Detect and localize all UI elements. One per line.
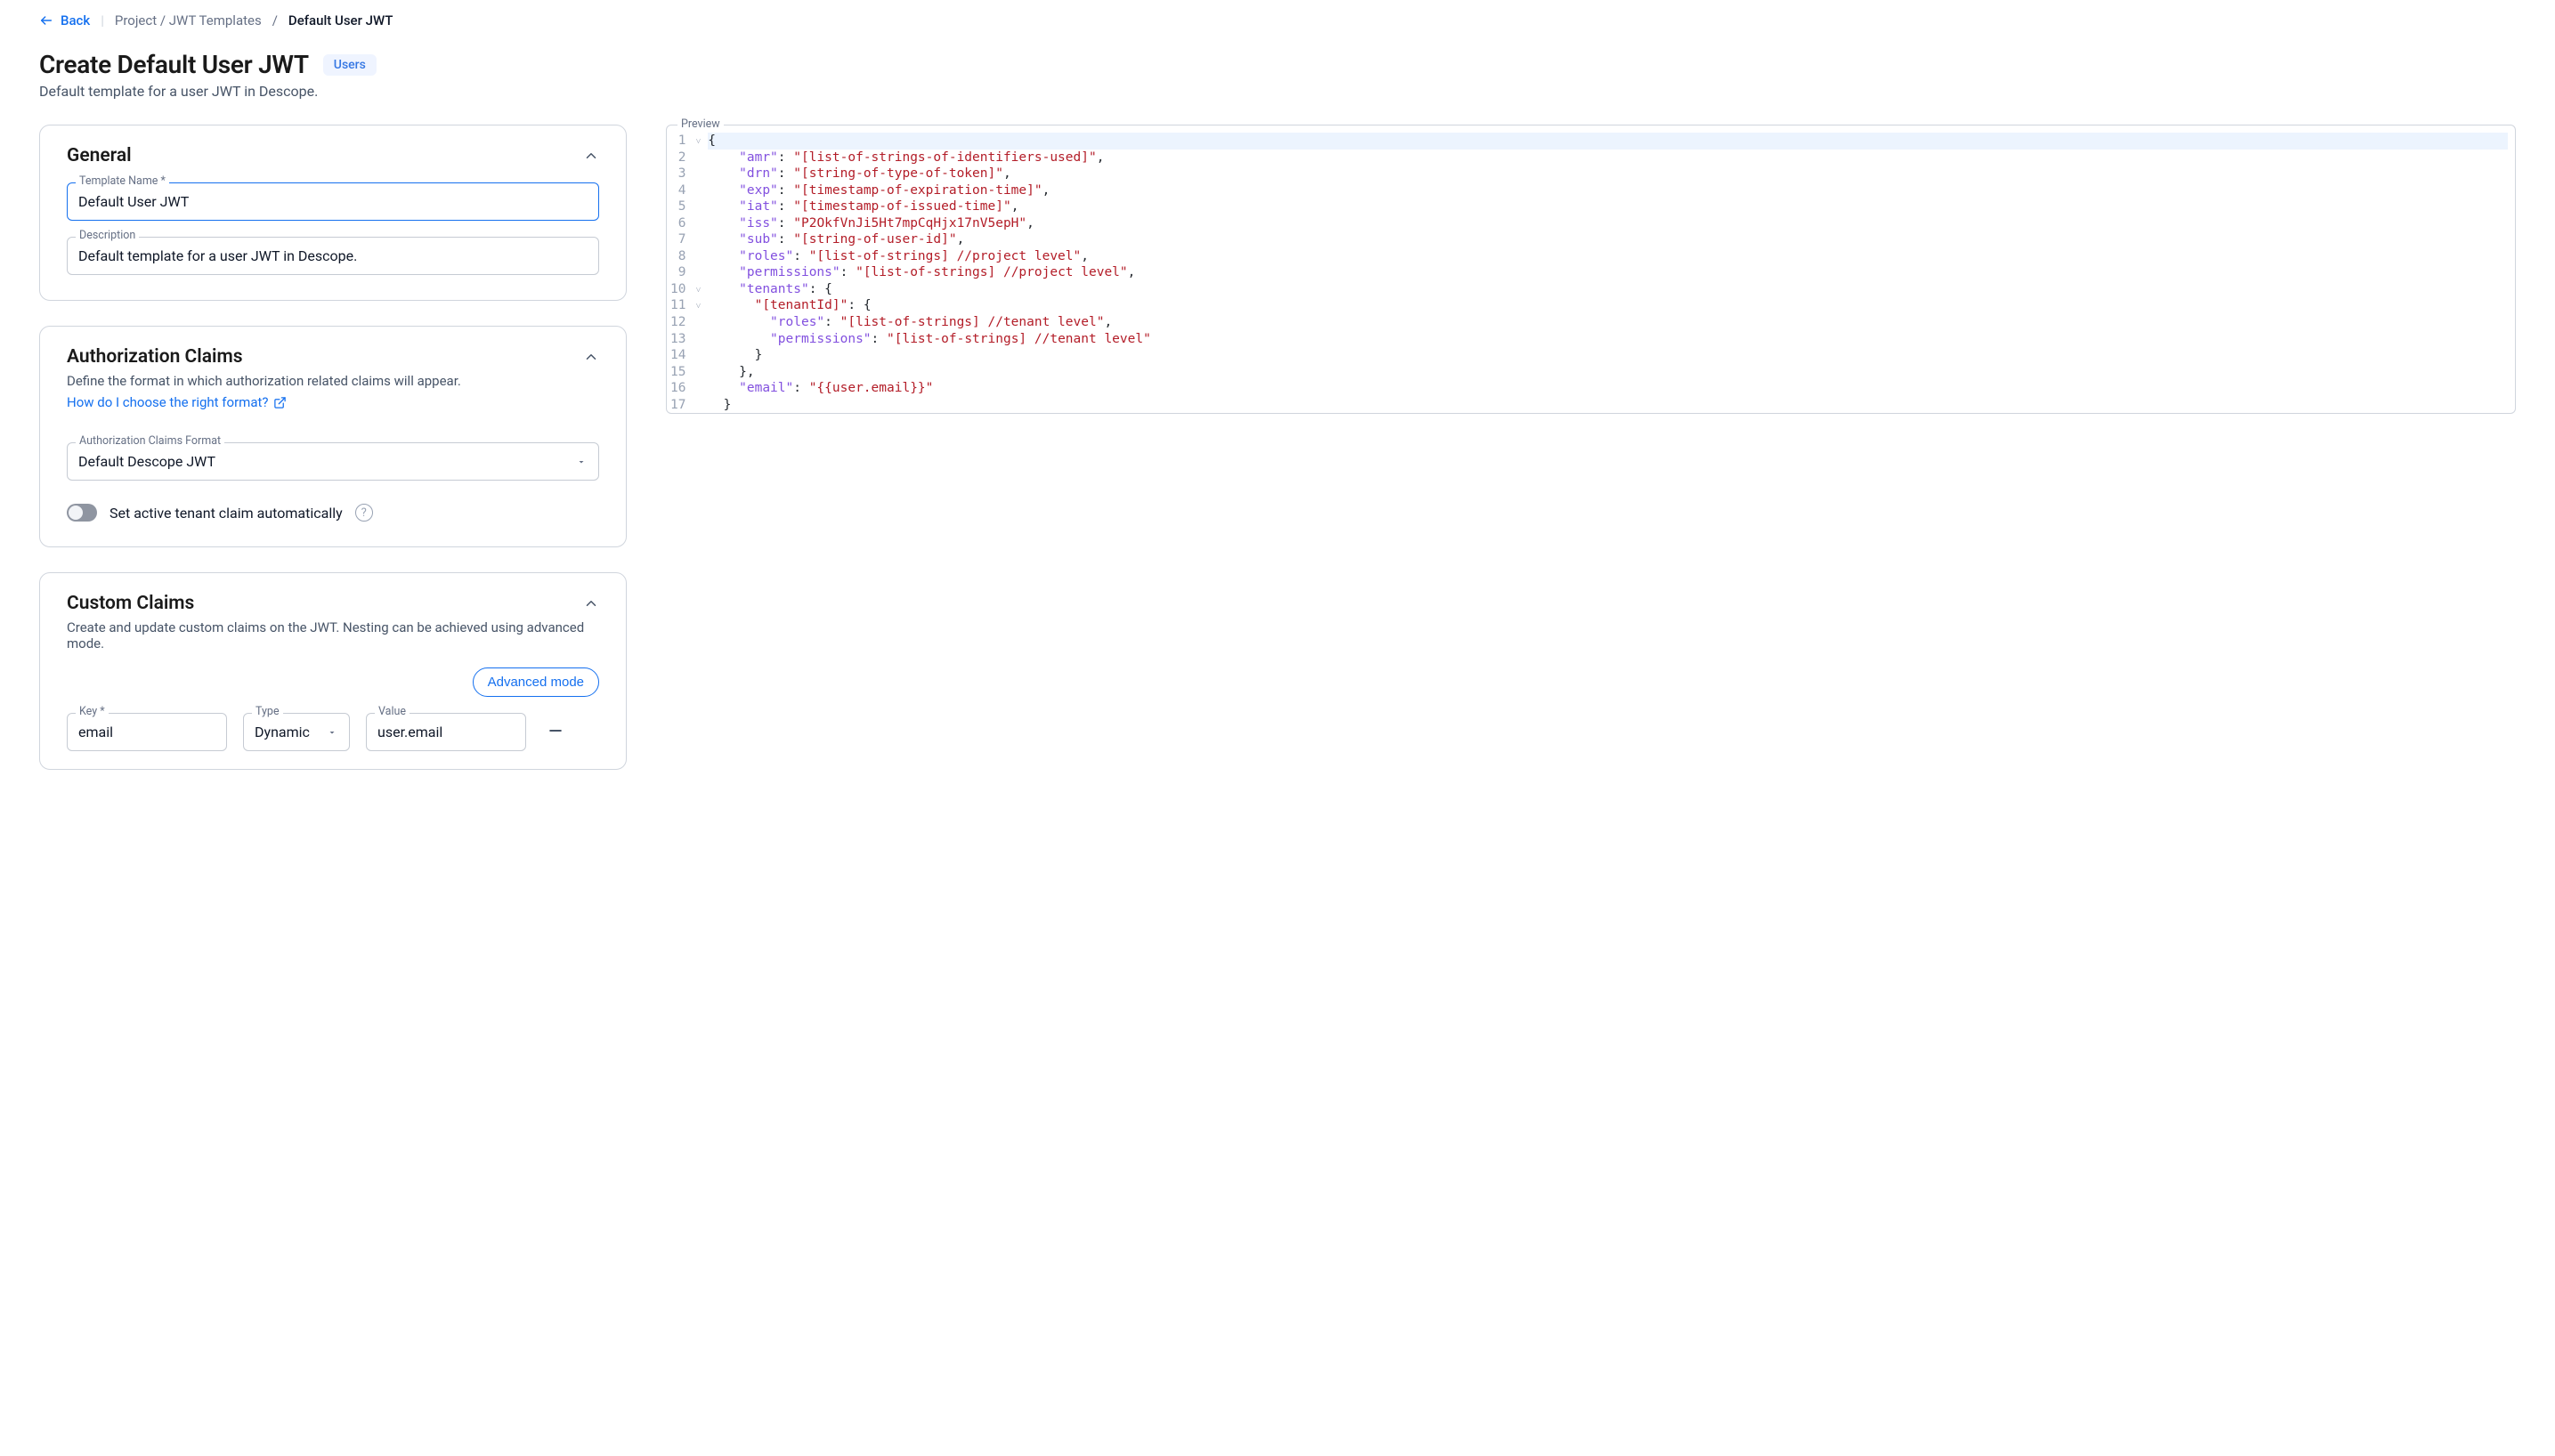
breadcrumb-sep: / xyxy=(272,12,278,28)
top-nav: Back | Project / JWT Templates / Default… xyxy=(39,12,2516,28)
custom-claims-desc: Create and update custom claims on the J… xyxy=(67,619,599,651)
preview-panel: Preview 1 ˅2 3 4 5 6 7 8 9 10 ˅11 ˅12 13… xyxy=(666,125,2516,414)
claim-type-label: Type xyxy=(252,705,283,718)
claim-key-label: Key * xyxy=(76,705,109,718)
nav-divider: | xyxy=(101,12,104,28)
auth-claims-help-link[interactable]: How do I choose the right format? xyxy=(67,394,287,410)
users-badge: Users xyxy=(323,54,377,76)
chevron-up-icon[interactable] xyxy=(583,595,599,611)
template-name-input[interactable] xyxy=(67,182,599,221)
claim-key-input[interactable] xyxy=(67,713,227,751)
external-link-icon xyxy=(273,396,287,409)
claim-value-label: Value xyxy=(375,705,410,718)
tenant-claim-toggle[interactable] xyxy=(67,504,97,522)
claim-type-select[interactable] xyxy=(243,713,350,751)
page-subtitle: Default template for a user JWT in Desco… xyxy=(39,83,2516,100)
custom-claims-card: Custom Claims Create and update custom c… xyxy=(39,572,627,770)
chevron-up-icon[interactable] xyxy=(583,349,599,365)
code-area: 1 ˅2 3 4 5 6 7 8 9 10 ˅11 ˅12 13 14 15 1… xyxy=(667,125,2515,413)
advanced-mode-button[interactable]: Advanced mode xyxy=(473,667,599,697)
general-title: General xyxy=(67,145,132,166)
page-title: Create Default User JWT xyxy=(39,50,309,79)
question-mark-icon[interactable]: ? xyxy=(355,504,373,522)
auth-claims-help-text: How do I choose the right format? xyxy=(67,394,268,410)
claim-row: Key * Type Value xyxy=(67,713,599,751)
custom-claims-title: Custom Claims xyxy=(67,593,194,614)
description-input[interactable] xyxy=(67,237,599,275)
remove-claim-button[interactable] xyxy=(542,717,569,744)
general-card: General Template Name * Description xyxy=(39,125,627,301)
breadcrumb-current: Default User JWT xyxy=(288,12,393,28)
template-name-label: Template Name * xyxy=(76,174,169,188)
arrow-left-icon xyxy=(39,13,53,28)
auth-claims-title: Authorization Claims xyxy=(67,346,243,368)
auth-claims-card: Authorization Claims Define the format i… xyxy=(39,326,627,547)
preview-label: Preview xyxy=(677,117,724,131)
format-select[interactable] xyxy=(67,442,599,481)
back-link[interactable]: Back xyxy=(39,12,90,28)
back-label: Back xyxy=(61,12,90,28)
chevron-up-icon[interactable] xyxy=(583,148,599,164)
format-label: Authorization Claims Format xyxy=(76,434,224,448)
claim-value-input[interactable] xyxy=(366,713,526,751)
auth-claims-desc: Define the format in which authorization… xyxy=(67,373,599,389)
description-label: Description xyxy=(76,229,139,242)
breadcrumb-root[interactable]: Project / JWT Templates xyxy=(115,12,262,28)
tenant-claim-toggle-label: Set active tenant claim automatically xyxy=(110,505,343,522)
